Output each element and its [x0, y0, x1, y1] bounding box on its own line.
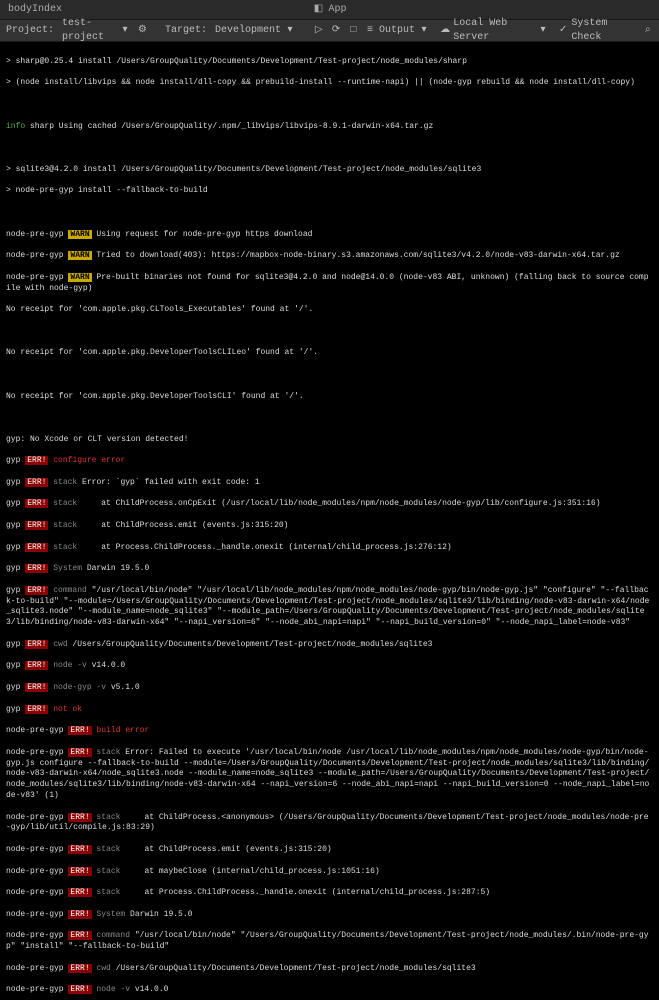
- log-line: node-pre-gyp ERR! stack at ChildProcess.…: [6, 813, 653, 835]
- check-label: System Check: [571, 17, 632, 44]
- log-line: > sharp@0.25.4 install /Users/GroupQuali…: [6, 57, 653, 68]
- app-label: App: [328, 3, 346, 17]
- list-icon: ≡: [364, 25, 376, 37]
- log-line: node-pre-gyp ERR! stack at maybeClose (i…: [6, 867, 653, 878]
- log-line: > (node install/libvips && node install/…: [6, 78, 653, 89]
- project-selector[interactable]: test-project ▾: [62, 17, 130, 44]
- log-line: node-pre-gyp ERR! node -v v14.0.0: [6, 985, 653, 996]
- log-line: gyp ERR! System Darwin 19.5.0: [6, 564, 653, 575]
- log-line: node-pre-gyp ERR! cwd /Users/GroupQualit…: [6, 964, 653, 975]
- check-icon: ✓: [558, 25, 568, 37]
- stop-icon[interactable]: □: [349, 25, 358, 37]
- log-line: node-pre-gyp WARN Pre-built binaries not…: [6, 273, 653, 295]
- log-line: node-pre-gyp ERR! System Darwin 19.5.0: [6, 910, 653, 921]
- cloud-icon: ☁: [440, 25, 450, 37]
- log-line: node-pre-gyp ERR! stack at ChildProcess.…: [6, 845, 653, 856]
- app-icon: ◧: [312, 4, 324, 16]
- log-line: gyp ERR! not ok: [6, 705, 653, 716]
- chevron-down-icon: ▾: [538, 25, 548, 37]
- chevron-down-icon: ▾: [418, 25, 430, 37]
- log-line: > node-pre-gyp install --fallback-to-bui…: [6, 186, 653, 197]
- terminal-output[interactable]: > sharp@0.25.4 install /Users/GroupQuali…: [0, 42, 659, 1000]
- target-selector[interactable]: Development ▾: [215, 24, 296, 38]
- search-icon[interactable]: ⌕: [643, 25, 653, 37]
- log-line: node-pre-gyp WARN Using request for node…: [6, 230, 653, 241]
- play-icon[interactable]: ▷: [314, 25, 323, 37]
- log-line: gyp ERR! stack at ChildProcess.onCpExit …: [6, 499, 653, 510]
- log-line: gyp ERR! node -v v14.0.0: [6, 661, 653, 672]
- output-label: Output: [379, 24, 415, 38]
- log-line: gyp ERR! stack at Process.ChildProcess._…: [6, 543, 653, 554]
- log-line: No receipt for 'com.apple.pkg.DeveloperT…: [6, 348, 653, 359]
- web-label: Local Web Server: [453, 17, 535, 44]
- log-line: info sharp Using cached /Users/GroupQual…: [6, 122, 653, 133]
- settings-icon[interactable]: ⚙: [138, 25, 147, 37]
- log-line: gyp ERR! stack at ChildProcess.emit (eve…: [6, 521, 653, 532]
- log-line: gyp: No Xcode or CLT version detected!: [6, 435, 653, 446]
- chevron-down-icon: ▾: [284, 25, 296, 37]
- log-line: node-pre-gyp WARN Tried to download(403)…: [6, 251, 653, 262]
- log-line: gyp ERR! cwd /Users/GroupQuality/Documen…: [6, 640, 653, 651]
- chevron-down-icon: ▾: [120, 25, 129, 37]
- log-line: node-pre-gyp ERR! stack Error: Failed to…: [6, 748, 653, 802]
- log-line: gyp ERR! command "/usr/local/bin/node" "…: [6, 586, 653, 629]
- window-title: bodyIndex: [8, 3, 62, 17]
- toolbar: Project: test-project ▾ ⚙ Target: Develo…: [0, 20, 659, 42]
- log-line: No receipt for 'com.apple.pkg.DeveloperT…: [6, 392, 653, 403]
- log-line: node-pre-gyp ERR! build error: [6, 726, 653, 737]
- log-line: node-pre-gyp ERR! command "/usr/local/bi…: [6, 931, 653, 953]
- system-check-button[interactable]: ✓ System Check: [558, 17, 633, 44]
- target-label: Target:: [165, 24, 207, 38]
- reload-icon[interactable]: ⟳: [331, 25, 340, 37]
- log-line: No receipt for 'com.apple.pkg.CLTools_Ex…: [6, 305, 653, 316]
- output-panel-button[interactable]: ≡ Output ▾: [364, 24, 430, 38]
- log-line: node-pre-gyp ERR! stack at Process.Child…: [6, 888, 653, 899]
- log-line: gyp ERR! configure error: [6, 456, 653, 467]
- project-value: test-project: [62, 17, 117, 44]
- log-line: > sqlite3@4.2.0 install /Users/GroupQual…: [6, 165, 653, 176]
- log-line: gyp ERR! node-gyp -v v5.1.0: [6, 683, 653, 694]
- target-value: Development: [215, 24, 281, 38]
- log-line: gyp ERR! stack Error: `gyp` failed with …: [6, 478, 653, 489]
- project-label: Project:: [6, 24, 54, 38]
- web-server-button[interactable]: ☁ Local Web Server ▾: [440, 17, 548, 44]
